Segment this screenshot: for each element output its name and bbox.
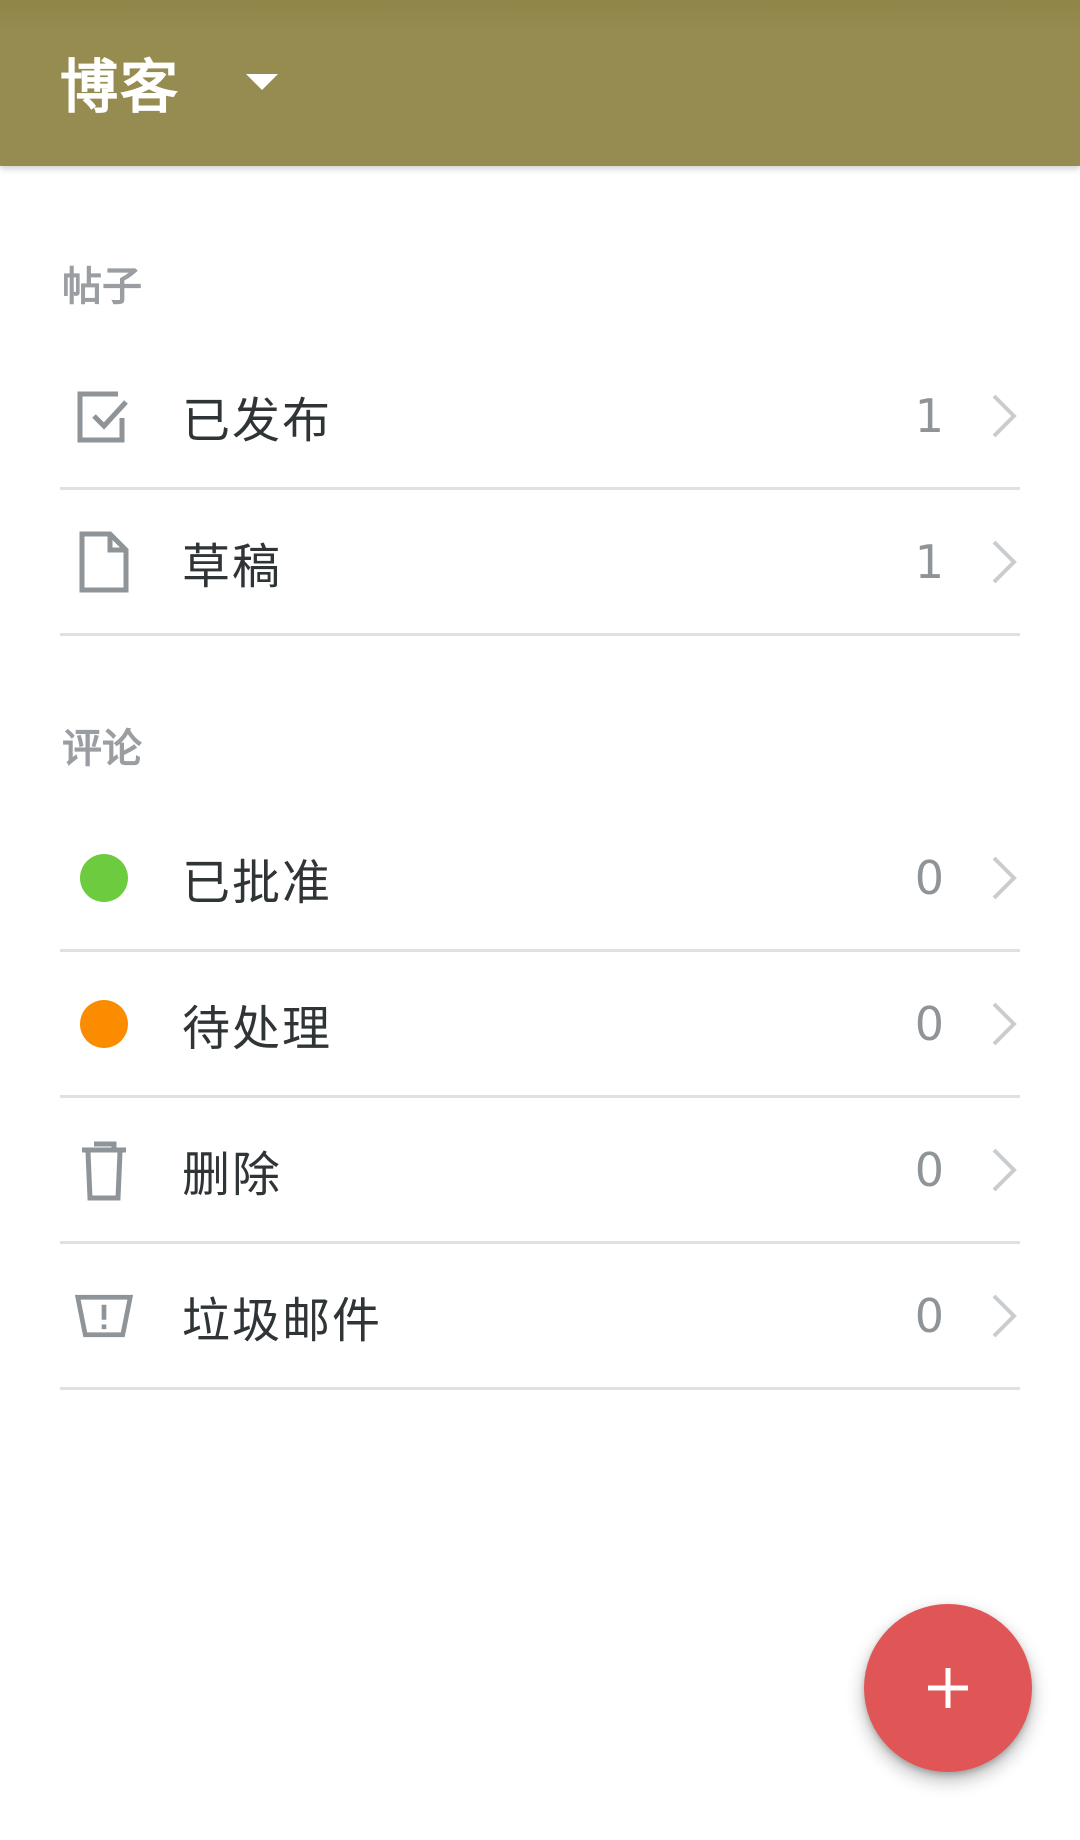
green-dot-icon [74,846,134,910]
section-header-comments: 评论 [62,726,142,772]
caret-down-icon [246,74,279,90]
check-square-icon [74,384,134,448]
section-header-posts: 帖子 [62,264,142,310]
list-item-label: 垃圾邮件 [182,1292,383,1349]
trash-icon [74,1138,134,1202]
list-item-count: 0 [914,850,944,905]
list-item-count: 0 [914,1288,944,1343]
spam-icon [74,1284,134,1348]
list-item-label: 待处理 [182,1000,333,1057]
chevron-right-icon [988,392,1020,440]
chevron-right-icon [988,538,1020,586]
list-item-count: 0 [914,1142,944,1197]
orange-dot-icon [74,992,134,1056]
list-item-label: 删除 [182,1146,283,1203]
chevron-right-icon [988,1146,1020,1194]
list-item-label: 已发布 [182,392,333,449]
document-icon [74,530,134,594]
chevron-right-icon [988,1292,1020,1340]
list-item-drafts[interactable]: 草稿 1 [60,490,1020,636]
app-title: 博客 [60,53,181,121]
blog-switcher[interactable]: 博客 [60,34,279,130]
chevron-right-icon [988,854,1020,902]
list-item-pending[interactable]: 待处理 0 [60,952,1020,1098]
list-item-label: 草稿 [182,538,283,595]
list-item-trash[interactable]: 删除 0 [60,1098,1020,1244]
list-item-label: 已批准 [182,854,333,911]
plus-icon [928,1668,968,1708]
list-item-spam[interactable]: 垃圾邮件 0 [60,1244,1020,1390]
list-item-count: 1 [914,534,944,589]
blog-page: 博客 帖子 已发布 1 草稿 1 评论 已批准 0 待处理 0 删除 0 垃圾邮… [0,0,1080,1840]
list-item-approved[interactable]: 已批准 0 [60,806,1020,952]
list-item-published[interactable]: 已发布 1 [60,344,1020,490]
add-post-fab[interactable] [864,1604,1032,1772]
app-bar: 博客 [0,0,1080,166]
list-item-count: 1 [914,388,944,443]
chevron-right-icon [988,1000,1020,1048]
list-item-count: 0 [914,996,944,1051]
status-dot-orange [80,999,128,1048]
status-dot-green [80,853,128,902]
